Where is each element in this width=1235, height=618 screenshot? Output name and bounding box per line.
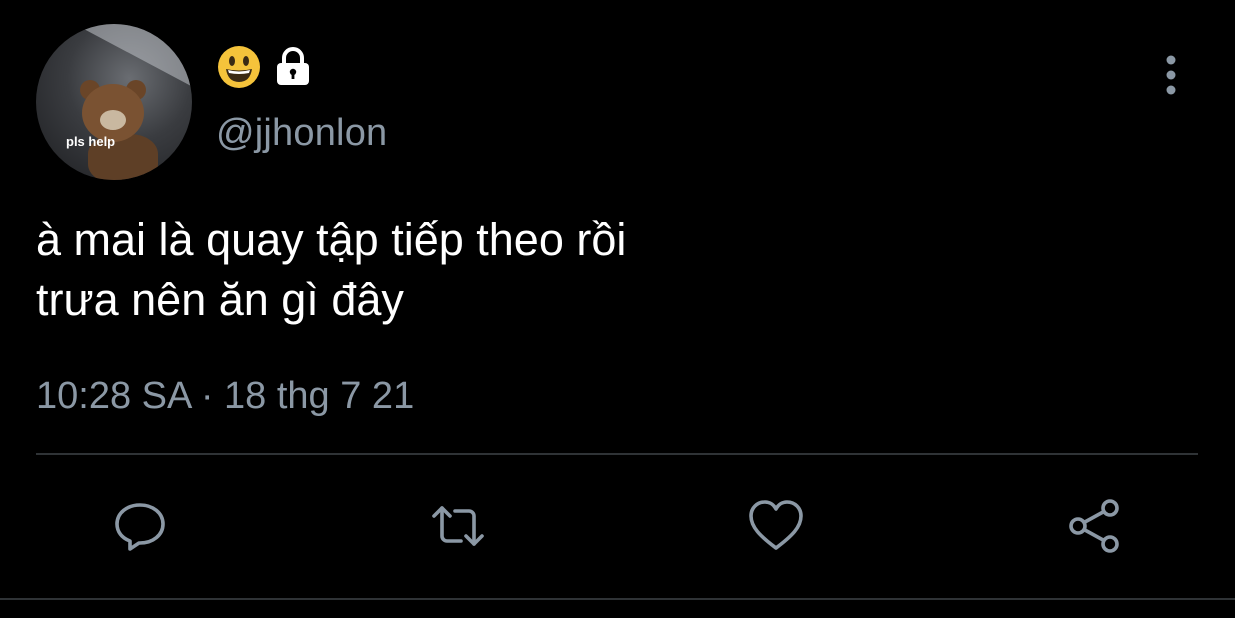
comment-icon xyxy=(115,503,165,551)
tweet-timestamp[interactable]: 10:28 SA · 18 thg 7 21 xyxy=(36,375,414,418)
avatar-bear-muzzle xyxy=(100,110,126,130)
tweet-date: 18 thg 7 21 xyxy=(224,375,415,417)
retweet-icon xyxy=(432,506,484,546)
bottom-divider xyxy=(0,598,1235,600)
display-name[interactable] xyxy=(216,42,316,92)
user-handle[interactable]: @jjhonlon xyxy=(216,112,387,155)
like-button[interactable] xyxy=(746,496,806,556)
heart-icon xyxy=(749,500,803,550)
meta-separator: · xyxy=(200,375,214,417)
retweet-button[interactable] xyxy=(428,496,488,556)
lock-icon xyxy=(270,44,316,90)
grinning-face-emoji-icon xyxy=(216,44,262,90)
avatar[interactable]: pls help xyxy=(36,24,192,180)
tweet-text-line: à mai là quay tập tiếp theo rồi xyxy=(36,214,627,265)
tweet-time: 10:28 SA xyxy=(36,375,191,417)
divider xyxy=(36,453,1198,455)
avatar-caption: pls help xyxy=(66,134,116,149)
tweet-text-line: trưa nên ăn gì đây xyxy=(36,274,404,325)
reply-button[interactable] xyxy=(110,496,170,556)
share-icon xyxy=(1069,499,1119,553)
share-button[interactable] xyxy=(1064,496,1124,556)
tweet-text: à mai là quay tập tiếp theo rồi trưa nên… xyxy=(36,210,1196,330)
more-options-icon[interactable] xyxy=(1158,54,1184,96)
